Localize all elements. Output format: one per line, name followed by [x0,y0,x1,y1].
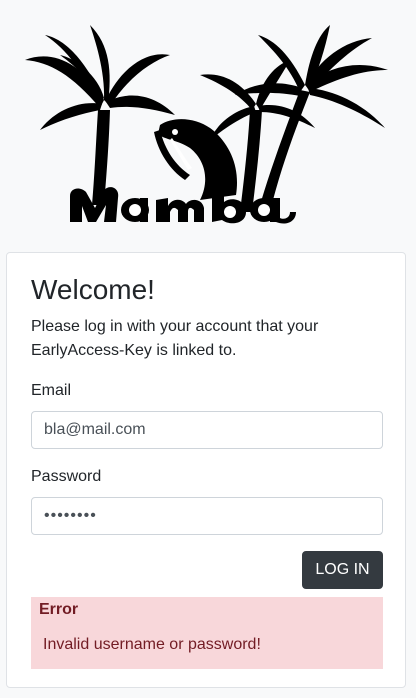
error-alert: Error Invalid username or password! [31,597,383,669]
error-title: Error [39,601,79,618]
password-field[interactable]: •••••••• [31,497,383,535]
email-label: Email [31,382,72,399]
page-title: Welcome! [31,274,155,305]
mamba-logo [0,0,416,240]
intro-text: Please log in with your account that you… [31,318,319,359]
login-card: Welcome! Please log in with your account… [6,252,406,688]
email-field[interactable]: bla@mail.com [31,411,383,449]
error-message: Invalid username or password! [43,636,261,653]
password-label: Password [31,468,102,485]
login-button[interactable]: LOG IN [302,551,383,589]
palm-tree-snake-icon [25,25,388,224]
